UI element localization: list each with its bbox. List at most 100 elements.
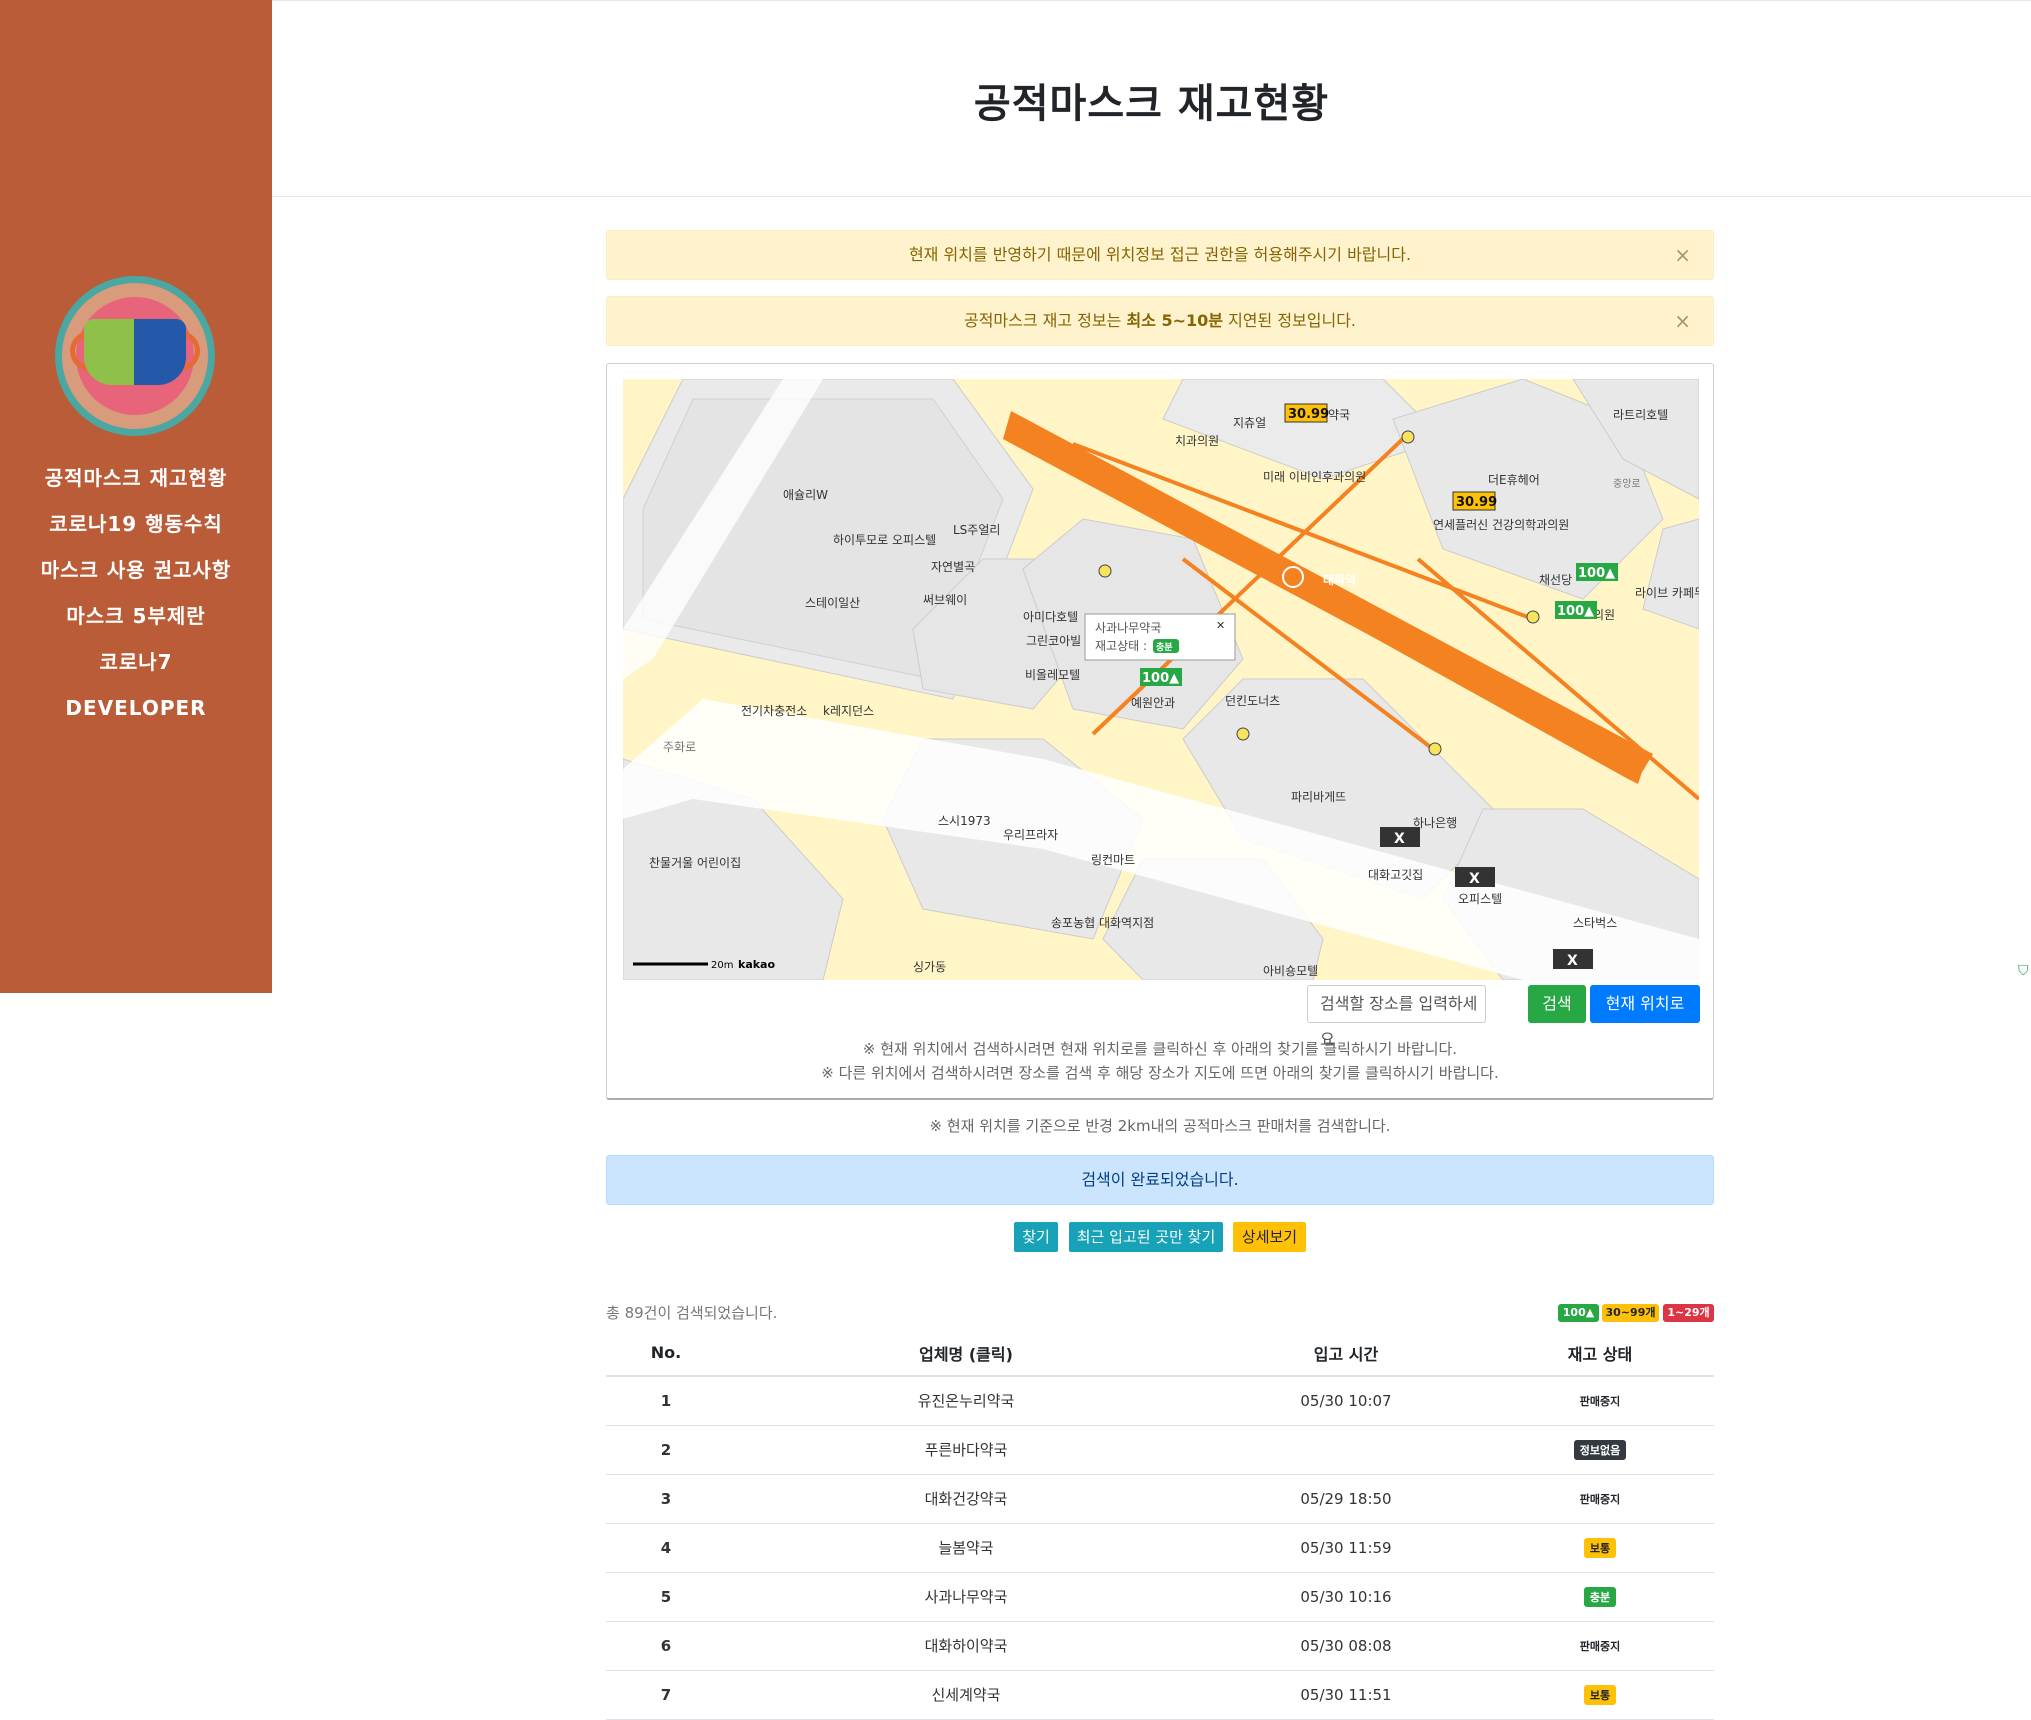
kakao-map[interactable]: 대화역 애슐리W 하이투모로 오피스텔 LS주얼리 자연별곡 써브웨이 스테이일…: [623, 379, 1699, 980]
popup-status-badge-text: 충분: [1156, 641, 1173, 653]
row-pharmacy-name[interactable]: 대화하이약국: [726, 1621, 1206, 1671]
place-label: 예원안과: [1131, 696, 1175, 710]
row-pharmacy-name[interactable]: 유진온누리약국: [726, 1376, 1206, 1426]
popup-status-label: 재고상태 :: [1095, 639, 1147, 653]
place-label: 스시1973: [938, 814, 991, 828]
current-location-button[interactable]: 현재 위치로: [1590, 985, 1700, 1023]
stock-marker-label: X: [1567, 953, 1578, 969]
place-label: 더E휴헤어: [1488, 473, 1540, 487]
col-header-time: 입고 시간: [1206, 1330, 1486, 1377]
row-no: 1: [606, 1376, 726, 1426]
table-row: 6 대화하이약국 05/30 08:08 판매중지: [606, 1621, 1714, 1671]
mask-half-left: [84, 319, 136, 385]
sidebar-nav: 공적마스크 재고현황 코로나19 행동수칙 마스크 사용 권고사항 마스크 5부…: [0, 455, 272, 731]
place-search-input[interactable]: 검색할 장소를 입력하세요: [1307, 985, 1486, 1049]
delay-info-alert: 공적마스크 재고 정보는 최소 5~10분 지연된 정보입니다. ×: [606, 296, 1714, 346]
find-recent-button[interactable]: 최근 입고된 곳만 찾기: [1069, 1222, 1223, 1252]
search-radius-note: ※ 현재 위치를 기준으로 반경 2km내의 공적마스크 판매처를 검색합니다.: [929, 1117, 1391, 1135]
page-header: 공적마스크 재고현황: [272, 1, 2031, 197]
col-header-no: No.: [606, 1330, 726, 1377]
place-label: 라트리호텔: [1613, 408, 1668, 422]
row-pharmacy-name[interactable]: 푸른바다약국: [726, 1425, 1206, 1475]
status-badge: 보통: [1583, 1537, 1617, 1558]
place-label: 약국: [1328, 407, 1350, 422]
place-label: 써브웨이: [923, 593, 967, 607]
nav-item-mask-5day-rule[interactable]: 마스크 5부제란: [0, 593, 272, 639]
pharmacy-table: No. 업체명 (클릭) 입고 시간 재고 상태 1 유진온누리약국 05/30…: [606, 1330, 1714, 1720]
stock-marker-label: 100▲: [1557, 604, 1594, 619]
place-label: LS주얼리: [953, 523, 1000, 537]
table-row: 5 사과나무약국 05/30 10:16 충분: [606, 1572, 1714, 1622]
alert-text-prefix: 공적마스크 재고 정보는: [963, 311, 1127, 330]
nav-item-covid-guidelines[interactable]: 코로나19 행동수칙: [0, 501, 272, 547]
row-pharmacy-name[interactable]: 신세계약국: [726, 1670, 1206, 1720]
row-status: 충분: [1486, 1572, 1714, 1622]
place-label: 스타벅스: [1573, 916, 1617, 930]
nav-item-mask-stock[interactable]: 공적마스크 재고현황: [0, 455, 272, 501]
detail-button[interactable]: 상세보기: [1233, 1222, 1306, 1252]
row-pharmacy-name[interactable]: 대화건강약국: [726, 1474, 1206, 1524]
status-badge: 판매중지: [1579, 1394, 1621, 1408]
stock-marker-label: X: [1394, 831, 1405, 847]
table-header-row: No. 업체명 (클릭) 입고 시간 재고 상태: [606, 1330, 1714, 1377]
row-time: 05/30 08:08: [1206, 1621, 1486, 1671]
map-card: 대화역 애슐리W 하이투모로 오피스텔 LS주얼리 자연별곡 써브웨이 스테이일…: [606, 363, 1714, 1100]
row-status: 판매중지: [1486, 1376, 1714, 1426]
col-header-status: 재고 상태: [1486, 1330, 1714, 1377]
place-label: 파리바게뜨: [1291, 790, 1346, 804]
map-scale-label: 20m: [711, 960, 733, 971]
row-pharmacy-name[interactable]: 사과나무약국: [726, 1572, 1206, 1622]
close-icon[interactable]: ×: [1674, 297, 1691, 345]
row-no: 3: [606, 1474, 726, 1524]
page-title: 공적마스크 재고현황: [973, 81, 1330, 127]
table-row: 3 대화건강약국 05/29 18:50 판매중지: [606, 1474, 1714, 1524]
find-button[interactable]: 찾기: [1014, 1222, 1058, 1252]
row-status: 보통: [1486, 1670, 1714, 1720]
close-icon[interactable]: ×: [1674, 231, 1691, 279]
close-icon[interactable]: ✕: [1216, 619, 1225, 632]
row-no: 5: [606, 1572, 726, 1622]
place-label: 아비숑모텔: [1263, 964, 1318, 978]
stock-marker-label: 100▲: [1578, 566, 1615, 581]
nav-item-developer[interactable]: DEVELOPER: [0, 685, 272, 731]
place-label: 스테이일산: [805, 596, 860, 610]
sidebar: 공적마스크 재고현황 코로나19 행동수칙 마스크 사용 권고사항 마스크 5부…: [0, 0, 272, 993]
place-label: 싱가동: [913, 960, 946, 974]
row-pharmacy-name[interactable]: 늘봄약국: [726, 1523, 1206, 1573]
status-badge: 판매중지: [1579, 1492, 1621, 1506]
exit-marker: [1401, 430, 1415, 444]
place-label: 대화고깃집: [1368, 868, 1423, 882]
row-time: 05/29 18:50: [1206, 1474, 1486, 1524]
row-status: 판매중지: [1486, 1621, 1714, 1671]
search-hint-1: ※ 현재 위치에서 검색하시려면 현재 위치로를 클릭하신 후 아래의 찾기를 …: [862, 1040, 1458, 1058]
place-label: 던킨도너츠: [1225, 694, 1280, 708]
row-time: 05/30 10:07: [1206, 1376, 1486, 1426]
search-button[interactable]: 검색: [1528, 985, 1586, 1023]
search-hint-2: ※ 다른 위치에서 검색하시려면 장소를 검색 후 해당 장소가 지도에 뜨면 …: [821, 1064, 1499, 1082]
place-label: 채선당: [1539, 573, 1572, 587]
row-status: 판매중지: [1486, 1474, 1714, 1524]
row-no: 2: [606, 1425, 726, 1475]
exit-marker: [1098, 564, 1112, 578]
legend-few: 1~29개: [1663, 1304, 1714, 1322]
legend-plenty: 100▲: [1558, 1304, 1599, 1322]
road-label: 중앙로: [1613, 478, 1641, 490]
stock-marker-label: 30.99: [1288, 407, 1329, 422]
location-permission-alert: 현재 위치를 반영하기 때문에 위치정보 접근 권한을 허용해주시기 바랍니다.…: [606, 230, 1714, 280]
alert-text-suffix: 지연된 정보입니다.: [1222, 311, 1357, 330]
table-row: 7 신세계약국 05/30 11:51 보통: [606, 1670, 1714, 1720]
place-label: 연세플러신 건강의학과의원: [1433, 518, 1569, 532]
result-count: 총 89건이 검색되었습니다.: [606, 1304, 778, 1322]
nav-item-mask-recommendations[interactable]: 마스크 사용 권고사항: [0, 547, 272, 593]
row-status: 보통: [1486, 1523, 1714, 1573]
place-label: 치과의원: [1175, 434, 1219, 448]
legend-some: 30~99개: [1602, 1304, 1659, 1322]
search-complete-alert: 검색이 완료되었습니다.: [606, 1155, 1714, 1205]
row-no: 7: [606, 1670, 726, 1720]
place-label: 라이브 카페무아: [1635, 586, 1699, 600]
mask-logo[interactable]: [55, 276, 215, 436]
road-label: 주화로: [663, 740, 696, 754]
station-marker: [1282, 566, 1304, 588]
status-badge: 판매중지: [1579, 1639, 1621, 1653]
nav-item-corona7[interactable]: 코로나7: [0, 639, 272, 685]
